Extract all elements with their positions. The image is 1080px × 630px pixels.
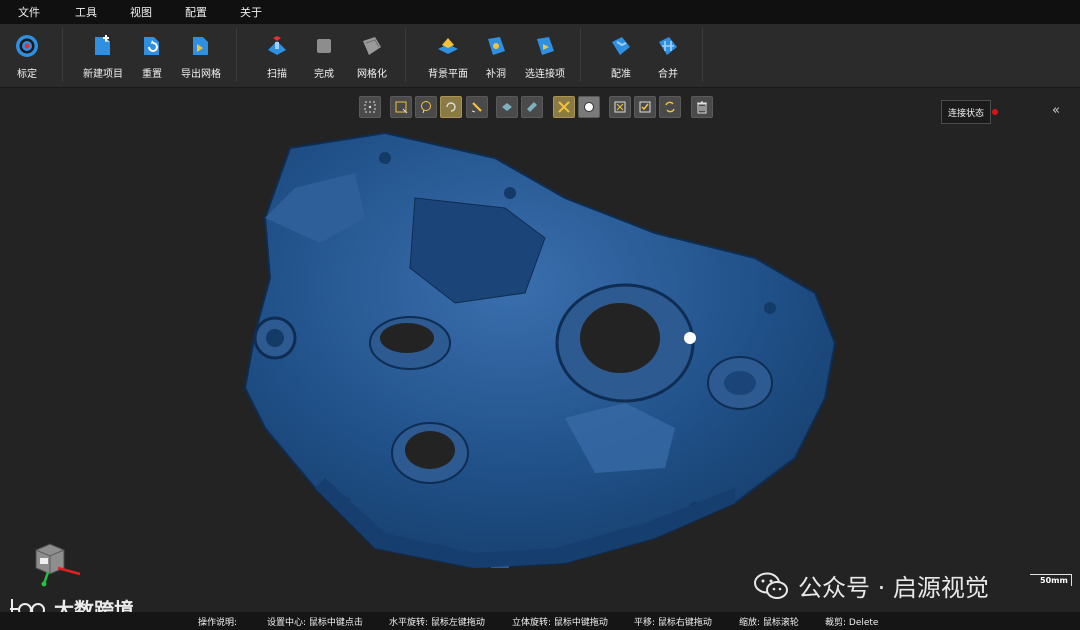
brush-select-button[interactable] bbox=[466, 96, 488, 118]
new-file-icon bbox=[95, 35, 110, 55]
merge-icon bbox=[659, 37, 677, 55]
scale-bar-label: 50mm bbox=[1040, 576, 1068, 585]
menu-about[interactable]: 关于 bbox=[240, 4, 262, 20]
rotate-icon bbox=[446, 102, 456, 112]
fill-holes-label: 补洞 bbox=[486, 69, 506, 80]
mesh-bore bbox=[405, 431, 455, 469]
separator bbox=[62, 28, 63, 82]
mesh-bore-main bbox=[580, 303, 660, 373]
export-mesh-label: 导出网格 bbox=[181, 69, 221, 80]
wechat-watermark-text: 公众号 · 启源视觉 bbox=[798, 574, 989, 602]
mesh-hole bbox=[684, 332, 696, 344]
menu-file[interactable]: 文件 bbox=[18, 4, 40, 20]
connection-status-dot bbox=[992, 109, 998, 115]
point-cloud-icon bbox=[502, 103, 512, 111]
target-icon bbox=[16, 35, 38, 57]
menu-view[interactable]: 视图 bbox=[130, 4, 152, 20]
separator bbox=[405, 28, 406, 82]
wechat-watermark: 公众号 · 启源视觉 bbox=[754, 568, 989, 603]
status-3d-rotate: 立体旋转: 鼠标中键拖动 bbox=[512, 618, 608, 628]
scan-label: 扫描 bbox=[267, 69, 287, 80]
status-bar: 操作说明: 设置中心: 鼠标中键点击 水平旋转: 鼠标左键拖动 立体旋转: 鼠标… bbox=[0, 612, 1080, 630]
deselect-button[interactable] bbox=[609, 96, 631, 118]
fit-view-button[interactable] bbox=[359, 96, 381, 118]
mesh-icon bbox=[363, 37, 381, 55]
reset-icon bbox=[144, 37, 159, 55]
mesh-hole bbox=[379, 152, 391, 164]
texture-icon bbox=[558, 101, 570, 113]
mesh-bore bbox=[724, 371, 756, 395]
background-plane-label: 背景平面 bbox=[428, 69, 468, 80]
fit-view-icon bbox=[364, 101, 376, 113]
menu-tools[interactable]: 工具 bbox=[75, 4, 97, 20]
menu-config[interactable]: 配置 bbox=[185, 4, 207, 20]
brand-watermark-text: 大数跨境 bbox=[54, 598, 134, 612]
select-connected-button[interactable]: 选连接项 bbox=[513, 34, 577, 80]
export-icon bbox=[193, 37, 208, 55]
delete-button[interactable] bbox=[691, 96, 713, 118]
light-toggle-button[interactable] bbox=[578, 96, 600, 118]
reset-label: 重置 bbox=[142, 69, 162, 80]
lasso-select-button[interactable] bbox=[415, 96, 437, 118]
trash-icon bbox=[697, 101, 707, 114]
mesh-bore bbox=[380, 323, 434, 353]
invert-icon bbox=[665, 101, 675, 113]
brand-watermark: 大数跨境 bbox=[8, 594, 134, 612]
brush-icon bbox=[471, 102, 482, 113]
surface-icon bbox=[527, 102, 537, 112]
brand-logo-icon bbox=[10, 598, 45, 612]
separator bbox=[236, 28, 237, 82]
mesh-hole bbox=[764, 302, 776, 314]
box-select-button[interactable] bbox=[390, 96, 412, 118]
mesh-button[interactable]: 网格化 bbox=[340, 34, 404, 80]
status-crop: 裁剪: Delete bbox=[825, 618, 879, 628]
mesh-hole bbox=[504, 187, 516, 199]
lasso-icon bbox=[421, 101, 431, 114]
separator bbox=[702, 28, 703, 82]
status-zoom: 缩放: 鼠标滚轮 bbox=[739, 618, 799, 628]
status-pan: 平移: 鼠标右键拖动 bbox=[634, 618, 712, 628]
export-mesh-button[interactable]: 导出网格 bbox=[169, 34, 233, 80]
rotate-select-button[interactable] bbox=[440, 96, 462, 118]
texture-toggle-button[interactable] bbox=[553, 96, 575, 118]
select-all-button[interactable] bbox=[634, 96, 656, 118]
mesh-bore bbox=[266, 329, 284, 347]
select-connected-label: 选连接项 bbox=[525, 69, 565, 80]
connection-status-button[interactable]: 连接状态 bbox=[941, 100, 991, 124]
status-set-center: 设置中心: 鼠标中键点击 bbox=[267, 618, 363, 628]
deselect-icon bbox=[614, 101, 626, 113]
invert-select-button[interactable] bbox=[659, 96, 681, 118]
new-project-label: 新建项目 bbox=[83, 69, 123, 80]
merge-button[interactable]: 合并 bbox=[636, 34, 700, 80]
light-icon bbox=[584, 102, 594, 112]
calibrate-label: 标定 bbox=[17, 69, 37, 80]
checkbox-icon bbox=[639, 101, 651, 113]
mesh-label: 网格化 bbox=[357, 69, 387, 80]
finish-label: 完成 bbox=[314, 69, 334, 80]
fill-holes-icon bbox=[488, 37, 505, 55]
status-help-label: 操作说明: bbox=[198, 618, 238, 628]
register-icon bbox=[612, 37, 630, 55]
register-label: 配准 bbox=[611, 69, 631, 80]
ribbon-toolbar: 标定 新建项目 重置 导出网格 扫描 完成 网格化 背景平面 补洞 选连接项 配… bbox=[0, 24, 1080, 88]
box-select-icon bbox=[395, 101, 408, 114]
surface-view-button[interactable] bbox=[521, 96, 543, 118]
scan-icon bbox=[268, 36, 286, 55]
orientation-cube-icon[interactable] bbox=[28, 538, 88, 588]
select-connected-icon bbox=[537, 37, 554, 55]
wechat-icon bbox=[754, 572, 788, 599]
point-cloud-view-button[interactable] bbox=[496, 96, 518, 118]
plane-icon bbox=[438, 38, 458, 54]
stop-icon bbox=[317, 39, 331, 53]
connection-status-label: 连接状态 bbox=[947, 108, 984, 119]
status-horizontal-rotate: 水平旋转: 鼠标左键拖动 bbox=[389, 618, 485, 628]
menu-bar: 文件 工具 视图 配置 关于 bbox=[0, 0, 1080, 24]
separator bbox=[580, 28, 581, 82]
collapse-panel-button[interactable]: « bbox=[1052, 103, 1060, 118]
calibrate-button[interactable]: 标定 bbox=[0, 34, 59, 80]
merge-label: 合并 bbox=[658, 69, 678, 80]
scanned-mesh-model[interactable] bbox=[235, 128, 845, 568]
3d-viewport[interactable]: 连接状态 « 50mm 公众号 · 启源视觉 大数跨境 bbox=[0, 88, 1080, 612]
